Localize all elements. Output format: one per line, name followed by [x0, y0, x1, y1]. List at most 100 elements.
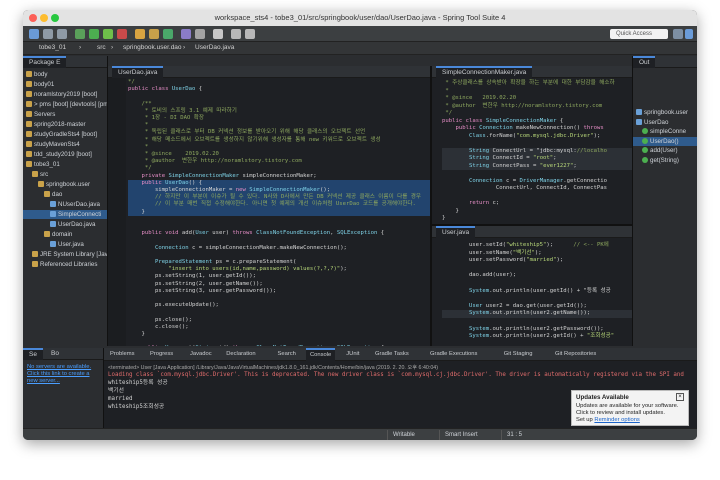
code-line[interactable]: user.setPassword("married"); — [442, 257, 632, 265]
code-line[interactable]: System.out.println(user2.getName()); — [442, 310, 632, 318]
tab-boot-dashboard[interactable]: Bo — [45, 348, 65, 360]
tab-outline[interactable]: Out — [633, 56, 656, 68]
close-window-button[interactable] — [29, 14, 37, 22]
tab-declaration[interactable]: Declaration — [222, 348, 259, 361]
tab-javadoc[interactable]: Javadoc — [186, 348, 216, 361]
code-line[interactable]: */ — [128, 165, 430, 172]
code-line[interactable]: ConnectUrl, ConnectId, ConnectPas — [442, 185, 632, 193]
reminder-options-link[interactable]: Reminder options — [594, 417, 639, 423]
code-line[interactable]: } — [128, 331, 430, 338]
tree-item[interactable]: domain — [23, 230, 107, 239]
outline-item[interactable]: add(User) — [633, 146, 697, 155]
tab-user-java[interactable]: User.java — [436, 226, 476, 238]
outline-item[interactable]: simpleConne — [633, 127, 697, 136]
code-line[interactable]: ps.setString(1, user.getId()); — [128, 273, 430, 280]
tree-item[interactable]: NUserDao.java — [23, 200, 107, 209]
save-icon[interactable] — [43, 29, 53, 39]
outline-item[interactable]: springbook.user — [633, 108, 697, 117]
tree-item[interactable]: SimpleConnecti — [23, 210, 107, 219]
tree-item[interactable]: src — [23, 170, 107, 179]
code-line[interactable]: * @since 2019.02.20 — [442, 95, 632, 103]
perspective-icon[interactable] — [673, 29, 683, 39]
new-class-icon[interactable] — [163, 29, 173, 39]
tab-simpleconnectionmaker-java[interactable]: SimpleConnectionMaker.java — [436, 66, 533, 78]
tree-item[interactable]: tobe3_01 — [23, 160, 107, 169]
code-line[interactable]: * @author 변한우 http://noramlstory.tistory… — [128, 158, 430, 165]
tree-item[interactable]: Referenced Libraries — [23, 260, 107, 269]
tree-item[interactable]: springbook.user — [23, 180, 107, 189]
code-line[interactable]: String ConnectUrl = "jdbc:mysql://localh… — [442, 147, 632, 155]
code-line[interactable]: } — [442, 215, 632, 223]
code-line[interactable]: dao.add(user); — [442, 272, 632, 280]
quick-access-field[interactable]: Quick Access — [610, 29, 668, 39]
back-icon[interactable] — [231, 29, 241, 39]
zoom-window-button[interactable] — [51, 14, 59, 22]
code-line[interactable] — [442, 295, 632, 303]
tree-item[interactable]: JRE System Library [Java — [23, 250, 107, 259]
code-line[interactable]: } — [128, 208, 430, 216]
debug-icon[interactable] — [75, 29, 85, 39]
search-icon[interactable] — [195, 29, 205, 39]
tab-git-staging[interactable]: Git Staging — [500, 348, 537, 361]
code-line[interactable] — [128, 295, 430, 302]
forward-icon[interactable] — [245, 29, 255, 39]
tree-item[interactable]: body — [23, 70, 107, 79]
code-line[interactable] — [128, 338, 430, 345]
breadcrumb-src[interactable]: src — [97, 44, 106, 51]
code-line[interactable]: ps.close(); — [128, 317, 430, 324]
run-icon[interactable] — [89, 29, 99, 39]
spring-boot-icon[interactable] — [103, 29, 113, 39]
breadcrumb-file[interactable]: UserDao.java — [195, 44, 234, 51]
code-line[interactable]: User user2 = dao.get(user.getId()); — [442, 303, 632, 311]
tab-search[interactable]: Search — [274, 348, 300, 361]
tab-package-explorer[interactable]: Package E — [23, 56, 67, 68]
code-line[interactable]: * @author 변한우 http://noramlstory.tistory… — [442, 103, 632, 111]
new-java-project-icon[interactable] — [135, 29, 145, 39]
code-line[interactable]: user.setName("백기선"); — [442, 250, 632, 258]
outline-item[interactable]: get(String) — [633, 156, 697, 165]
close-icon[interactable]: × — [676, 393, 684, 401]
code-line[interactable]: // 이 부분 매번 직접 수정해야한다. 아니면 첫 예제의 개선 이슈처럼 … — [128, 201, 430, 209]
code-line[interactable] — [442, 318, 632, 326]
new-file-icon[interactable] — [29, 29, 39, 39]
code-line[interactable]: * 주상클래스를 상속받아 확장을 하는 부분에 대한 부담감을 해소하 — [442, 80, 632, 88]
updates-notification[interactable]: Updates Available × Updates are availabl… — [571, 390, 689, 426]
code-line[interactable]: public void add(User user) throws ClassN… — [128, 230, 430, 237]
tab-git-repositories[interactable]: Git Repositories — [551, 348, 600, 361]
code-line[interactable]: public class SimpleConnectionMaker { — [442, 118, 632, 126]
breadcrumb-package[interactable]: springbook.user.dao — [123, 44, 182, 51]
tab-gradle-executions[interactable]: Gradle Executions — [426, 348, 481, 361]
code-line[interactable]: ps.setString(2, user.getName()); — [128, 281, 430, 288]
code-line[interactable]: * 토비의 스프링 3.1 예제 따라하기 — [128, 108, 430, 115]
tree-item[interactable]: studyMavenSts4 — [23, 140, 107, 149]
code-line[interactable]: * — [442, 88, 632, 96]
code-line[interactable]: * 독립된 클래스로 부터 DB 커넥션 정보를 받아오기 위해 해당 클래스의… — [128, 129, 430, 136]
code-line[interactable]: public UserDao() { — [128, 179, 430, 187]
tree-item[interactable]: User.java — [23, 240, 107, 249]
code-line[interactable]: public class UserDao { — [128, 86, 430, 93]
code-line[interactable] — [128, 252, 430, 259]
save-all-icon[interactable] — [57, 29, 67, 39]
tree-item[interactable]: tdd_study2019 [boot] — [23, 150, 107, 159]
tree-item[interactable]: UserDao.java — [23, 220, 107, 229]
code-line[interactable]: ps.executeUpdate(); — [128, 302, 430, 309]
tree-item[interactable]: noramlstory2019 [boot] — [23, 90, 107, 99]
tab-junit[interactable]: JUnit — [342, 348, 363, 361]
code-line[interactable]: Connection c = simpleConnectionMaker.mak… — [128, 245, 430, 252]
code-line[interactable]: Class.forName("com.mysql.jdbc.Driver"); — [442, 133, 632, 141]
tab-servers[interactable]: Se — [23, 348, 43, 360]
tree-item[interactable]: studyGradleSts4 [boot] — [23, 130, 107, 139]
minimize-window-button[interactable] — [40, 14, 48, 22]
code-line[interactable]: * 1장 - DI DAO 확장 — [128, 115, 430, 122]
tab-console[interactable]: Console — [306, 348, 336, 361]
code-line[interactable] — [442, 193, 632, 201]
tab-userdao-java[interactable]: UserDao.java — [112, 66, 164, 78]
code-line[interactable]: user.setId("whiteship5"); // <-- PK에 — [442, 242, 632, 250]
tab-gradle-tasks[interactable]: Gradle Tasks — [371, 348, 413, 361]
create-server-link[interactable]: No servers are available. Click this lin… — [27, 364, 99, 385]
status-insert-mode[interactable]: Smart Insert — [439, 430, 483, 440]
code-line[interactable]: */ — [442, 110, 632, 118]
external-tools-icon[interactable] — [117, 29, 127, 39]
breadcrumb-project[interactable]: tobe3_01 — [39, 44, 66, 51]
code-line[interactable]: * — [128, 144, 430, 151]
